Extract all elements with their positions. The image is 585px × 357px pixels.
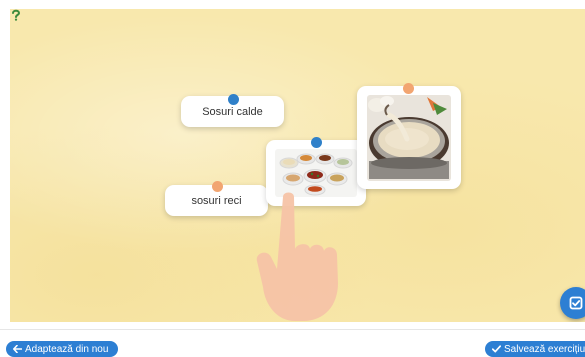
help-icon[interactable] <box>10 9 22 21</box>
connector-dot-fondue-pot[interactable] <box>403 83 414 94</box>
connector-dot-cold-sauces[interactable] <box>212 181 223 192</box>
checkmark-icon <box>492 345 501 353</box>
card-hot-sauces-label: Sosuri calde <box>202 105 263 118</box>
hand-pointer-icon <box>256 192 338 321</box>
reset-button[interactable]: Adaptează din nou <box>6 341 118 357</box>
check-square-icon <box>569 296 583 310</box>
footer-divider <box>0 329 585 330</box>
card-cold-sauces-label: sosuri reci <box>191 194 242 207</box>
save-button[interactable]: Salvează exercițiu <box>485 341 585 357</box>
save-button-label: Salvează exercițiu <box>504 343 585 355</box>
arrow-left-icon <box>13 345 22 353</box>
card-fondue-pot-image[interactable] <box>357 86 461 189</box>
check-answers-button[interactable] <box>560 287 585 319</box>
fondue-pot-photo <box>367 94 451 181</box>
connector-dot-hot-sauces[interactable] <box>228 94 239 105</box>
exercise-board: Sosuri calde sosuri reci <box>10 9 585 322</box>
connector-dot-sauce-bowls[interactable] <box>311 137 322 148</box>
reset-button-label: Adaptează din nou <box>25 343 109 355</box>
